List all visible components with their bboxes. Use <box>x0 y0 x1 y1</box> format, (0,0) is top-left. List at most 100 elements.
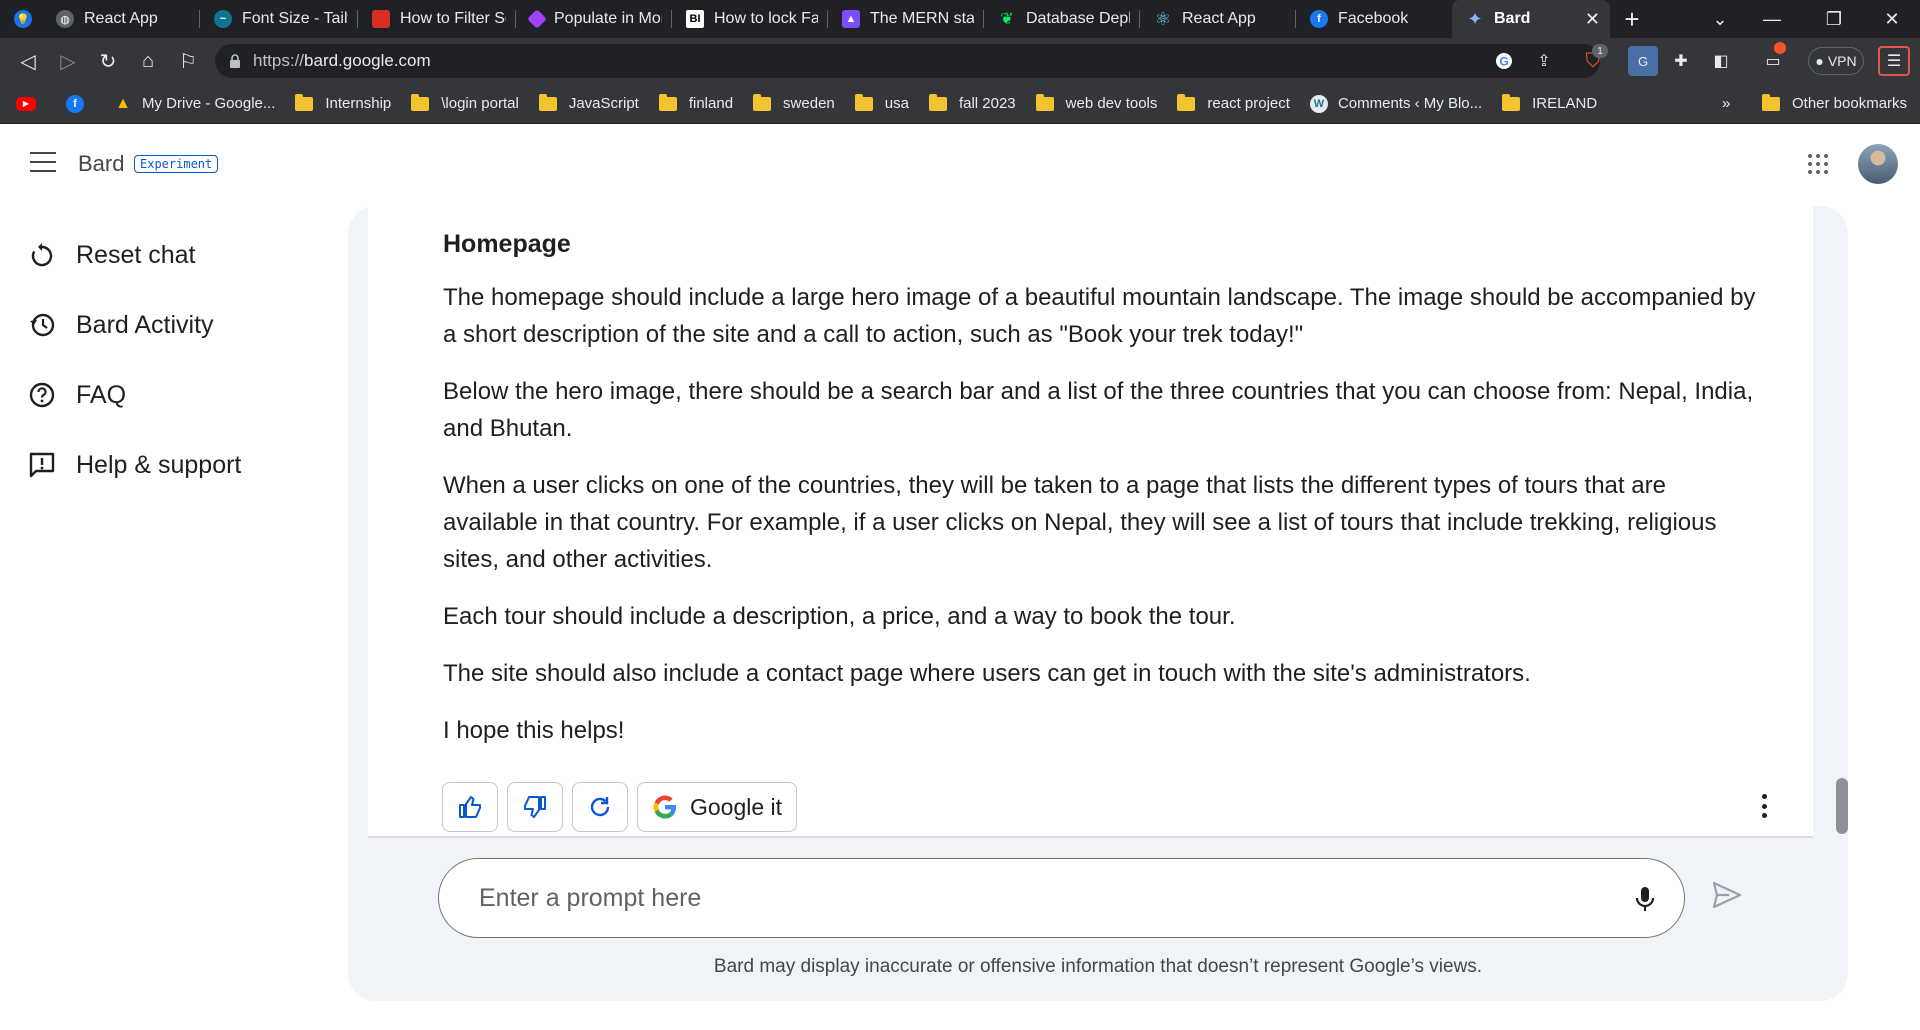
history-icon <box>30 313 55 337</box>
tab-title: React App <box>84 10 158 27</box>
folder-icon <box>411 93 430 111</box>
folder-icon <box>1502 93 1521 111</box>
react-icon: ⚛ <box>1154 8 1172 29</box>
response-paragraph: I hope this helps! <box>443 717 625 744</box>
tab-mern[interactable]: ▲ The MERN stack <box>828 0 984 38</box>
bookmarks-bar: ▶ f ▲ My Drive - Google... Internship \lo… <box>0 84 1920 124</box>
bi-icon: BI <box>686 10 704 28</box>
menu-icon[interactable]: ☰ <box>1878 46 1910 76</box>
tab-title: How to Filter Se <box>400 10 506 27</box>
bookmark-finland[interactable]: finland <box>658 93 733 112</box>
bookmark-comments[interactable]: W Comments ‹ My Blo... <box>1309 94 1482 113</box>
bookmark-drive[interactable]: ▲ My Drive - Google... <box>114 95 275 113</box>
tab-filter[interactable]: How to Filter Se <box>358 0 516 38</box>
response-paragraph: The site should also include a contact p… <box>443 660 1531 687</box>
wordpress-icon: W <box>1309 94 1328 113</box>
thumbs-up-button[interactable] <box>442 782 498 832</box>
translate-icon[interactable]: G <box>1628 46 1658 76</box>
youtube-icon: ▶ <box>16 96 36 111</box>
address-bar[interactable]: https://bard.google.com <box>215 44 1600 78</box>
diamond-icon <box>527 9 547 29</box>
minimize-button[interactable]: — <box>1746 0 1798 38</box>
google-lens-icon[interactable]: G <box>1489 46 1519 76</box>
folder-icon <box>1762 93 1780 111</box>
globe-icon: ◍ <box>56 10 74 28</box>
prompt-input[interactable] <box>479 883 1579 913</box>
tab-tailwind[interactable]: ~ Font Size - Tailw <box>200 0 358 38</box>
tab-database[interactable]: ❦ Database Deplo <box>984 0 1140 38</box>
bookmark-web-dev-tools[interactable]: web dev tools <box>1035 93 1157 112</box>
bookmark-sweden[interactable]: sweden <box>753 93 835 112</box>
sidebar-item-bard-activity[interactable]: Bard Activity <box>0 290 340 360</box>
bookmark-javascript[interactable]: JavaScript <box>538 93 639 112</box>
feedback-icon <box>29 452 55 478</box>
bookmark-ireland[interactable]: IRELAND <box>1502 93 1597 112</box>
vpn-button[interactable]: ● VPN <box>1808 47 1864 75</box>
bookmark-login-portal[interactable]: \login portal <box>411 93 519 112</box>
sidebar-item-label: Bard Activity <box>76 310 214 339</box>
tab-strip: 💡 ◍ React App ~ Font Size - Tailw How to… <box>0 0 1920 38</box>
bookmark-facebook[interactable]: f <box>66 94 94 113</box>
forward-icon[interactable]: ▷ <box>48 41 88 81</box>
bookmark-fall-2023[interactable]: fall 2023 <box>928 93 1016 112</box>
send-icon[interactable] <box>1710 878 1744 912</box>
restore-button[interactable]: ❐ <box>1808 0 1860 38</box>
bookmark-internship[interactable]: Internship <box>295 93 391 112</box>
home-icon[interactable]: ⌂ <box>128 41 168 81</box>
folder-icon <box>295 93 314 111</box>
thumbs-down-button[interactable] <box>507 782 563 832</box>
bookmark-icon[interactable]: ⚐ <box>168 41 208 81</box>
other-bookmarks[interactable]: Other bookmarks <box>1762 93 1907 112</box>
brave-badge: 1 <box>1592 44 1608 58</box>
google-it-button[interactable]: Google it <box>637 782 798 832</box>
hamburger-menu-icon[interactable] <box>30 152 56 172</box>
bookmark-youtube[interactable]: ▶ <box>16 96 46 111</box>
bookmark-react-project[interactable]: react project <box>1177 93 1290 112</box>
avatar[interactable] <box>1858 144 1898 184</box>
tab-bard[interactable]: ✦ Bard ✕ <box>1452 0 1610 38</box>
regenerate-button[interactable] <box>572 782 628 832</box>
bard-icon: ✦ <box>1467 8 1483 29</box>
tab-title: Populate in Mon <box>554 10 662 27</box>
bulb-icon: 💡 <box>14 10 32 28</box>
bookmarks-overflow-button[interactable]: » <box>1722 95 1730 112</box>
sidebar-item-faq[interactable]: FAQ <box>0 360 340 430</box>
bookmark-usa[interactable]: usa <box>854 93 909 112</box>
browser-toolbar: ◁ ▷ ↻ ⌂ ⚐ https://bard.google.com G ⇪ ⛉ … <box>0 38 1920 84</box>
tab-facebook[interactable]: f Facebook <box>1296 0 1452 38</box>
sidebar-item-reset-chat[interactable]: Reset chat <box>0 220 340 290</box>
facebook-icon: f <box>66 94 84 113</box>
close-tab-icon[interactable]: ✕ <box>1585 9 1600 30</box>
folder-icon <box>854 93 873 111</box>
tab-pinned[interactable]: 💡 <box>0 0 42 38</box>
folder-icon <box>538 93 557 111</box>
share-icon[interactable]: ⇪ <box>1529 46 1559 76</box>
drive-icon: ▲ <box>115 94 131 112</box>
tab-lock[interactable]: BI How to lock Fac <box>672 0 828 38</box>
experiment-badge: Experiment <box>134 155 219 173</box>
reload-icon[interactable]: ↻ <box>88 41 128 81</box>
prompt-box[interactable] <box>438 858 1685 938</box>
response-actions: Google it <box>442 782 798 832</box>
close-window-button[interactable]: ✕ <box>1866 0 1918 38</box>
new-tab-button[interactable]: + <box>1610 0 1654 38</box>
google-apps-icon[interactable] <box>1808 154 1828 174</box>
tab-search-icon[interactable]: ⌄ <box>1694 0 1746 38</box>
response-card: Homepage The homepage should include a l… <box>368 206 1813 838</box>
google-g-icon <box>653 795 676 819</box>
sidebar-icon[interactable]: ◧ <box>1706 46 1736 76</box>
microphone-icon[interactable] <box>1630 884 1660 914</box>
tab-title: Bard <box>1494 10 1531 27</box>
google-it-label: Google it <box>690 793 783 820</box>
divider <box>368 836 1813 838</box>
tab-react-app[interactable]: ◍ React App <box>42 0 200 38</box>
response-paragraph: Below the hero image, there should be a … <box>443 378 1754 442</box>
tab-react-app-2[interactable]: ⚛ React App <box>1140 0 1296 38</box>
tab-populate[interactable]: Populate in Mon <box>516 0 672 38</box>
sidebar-item-help-support[interactable]: Help & support <box>0 430 340 500</box>
back-icon[interactable]: ◁ <box>8 41 48 81</box>
bard-header: Bard Experiment <box>0 124 1920 204</box>
extensions-icon[interactable]: ✚ <box>1666 46 1696 76</box>
more-options-icon[interactable] <box>1760 794 1768 818</box>
scrollbar-thumb[interactable] <box>1836 778 1848 834</box>
